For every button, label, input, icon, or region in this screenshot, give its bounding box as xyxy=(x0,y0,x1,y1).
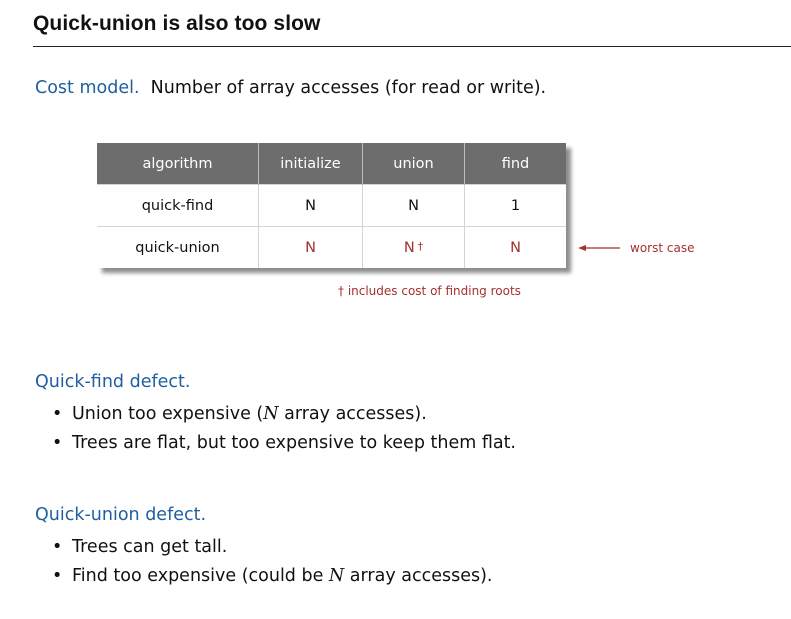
math-variable: N xyxy=(328,566,345,586)
cell-find: 1 xyxy=(464,184,566,227)
list-item: • Find too expensive (could be N array ac… xyxy=(52,562,493,591)
dagger-mark: † xyxy=(417,239,424,253)
header-union: union xyxy=(362,143,465,185)
worst-case-annotation: worst case xyxy=(578,238,694,258)
bullet-text: Trees are flat, but too expensive to kee… xyxy=(72,433,516,453)
cell-union-value: N xyxy=(408,197,419,214)
cost-table-container: algorithm initialize union find quick-fi… xyxy=(97,143,566,268)
cell-find: N xyxy=(464,226,566,268)
cell-algorithm: quick-find xyxy=(97,184,259,227)
math-variable: N xyxy=(263,404,279,424)
left-arrow-icon xyxy=(578,245,620,251)
table-row: quick-find N N 1 xyxy=(97,184,566,227)
cell-union: N † xyxy=(362,226,465,268)
cost-model-line: Cost model. Number of array accesses (fo… xyxy=(35,78,546,98)
cell-initialize: N xyxy=(258,184,363,227)
bullet-text: Trees can get tall. xyxy=(72,537,228,557)
bullet-dot: • xyxy=(52,404,63,424)
cell-union-value: N xyxy=(403,239,415,256)
list-item: • Union too expensive (N array accesses). xyxy=(52,400,516,429)
header-algorithm: algorithm xyxy=(97,143,259,185)
quick-find-defect-heading: Quick-find defect. xyxy=(35,372,191,392)
cell-initialize: N xyxy=(258,226,363,268)
cell-union: N xyxy=(362,184,465,227)
bullet-dot: • xyxy=(52,433,63,453)
table-footnote: † includes cost of finding roots xyxy=(338,284,521,298)
header-initialize: initialize xyxy=(258,143,363,185)
list-item: • Trees can get tall. xyxy=(52,533,493,562)
cost-table: algorithm initialize union find quick-fi… xyxy=(97,143,566,268)
bullet-text: Union too expensive ( xyxy=(72,404,264,424)
table-row: quick-union N N † N xyxy=(97,226,566,268)
quick-union-defect-heading: Quick-union defect. xyxy=(35,505,207,525)
cell-algorithm: quick-union xyxy=(97,226,259,268)
slide-title: Quick-union is also too slow xyxy=(33,12,321,35)
quick-find-defect-list: • Union too expensive (N array accesses).… xyxy=(52,400,516,458)
bullet-dot: • xyxy=(52,566,63,586)
cost-model-text: Number of array accesses (for read or wr… xyxy=(150,78,547,98)
bullet-text-after: array accesses). xyxy=(344,566,493,586)
bullet-text-after: array accesses). xyxy=(278,404,427,424)
cost-model-label: Cost model. xyxy=(35,78,140,98)
list-item: • Trees are flat, but too expensive to ke… xyxy=(52,429,516,458)
quick-union-defect-list: • Trees can get tall. • Find too expensive… xyxy=(52,533,493,591)
bullet-text: Find too expensive (could be xyxy=(72,566,329,586)
header-find: find xyxy=(464,143,566,185)
worst-case-label: worst case xyxy=(630,241,695,255)
title-rule xyxy=(33,46,791,47)
table-header-row: algorithm initialize union find xyxy=(97,143,566,185)
bullet-dot: • xyxy=(52,537,63,557)
